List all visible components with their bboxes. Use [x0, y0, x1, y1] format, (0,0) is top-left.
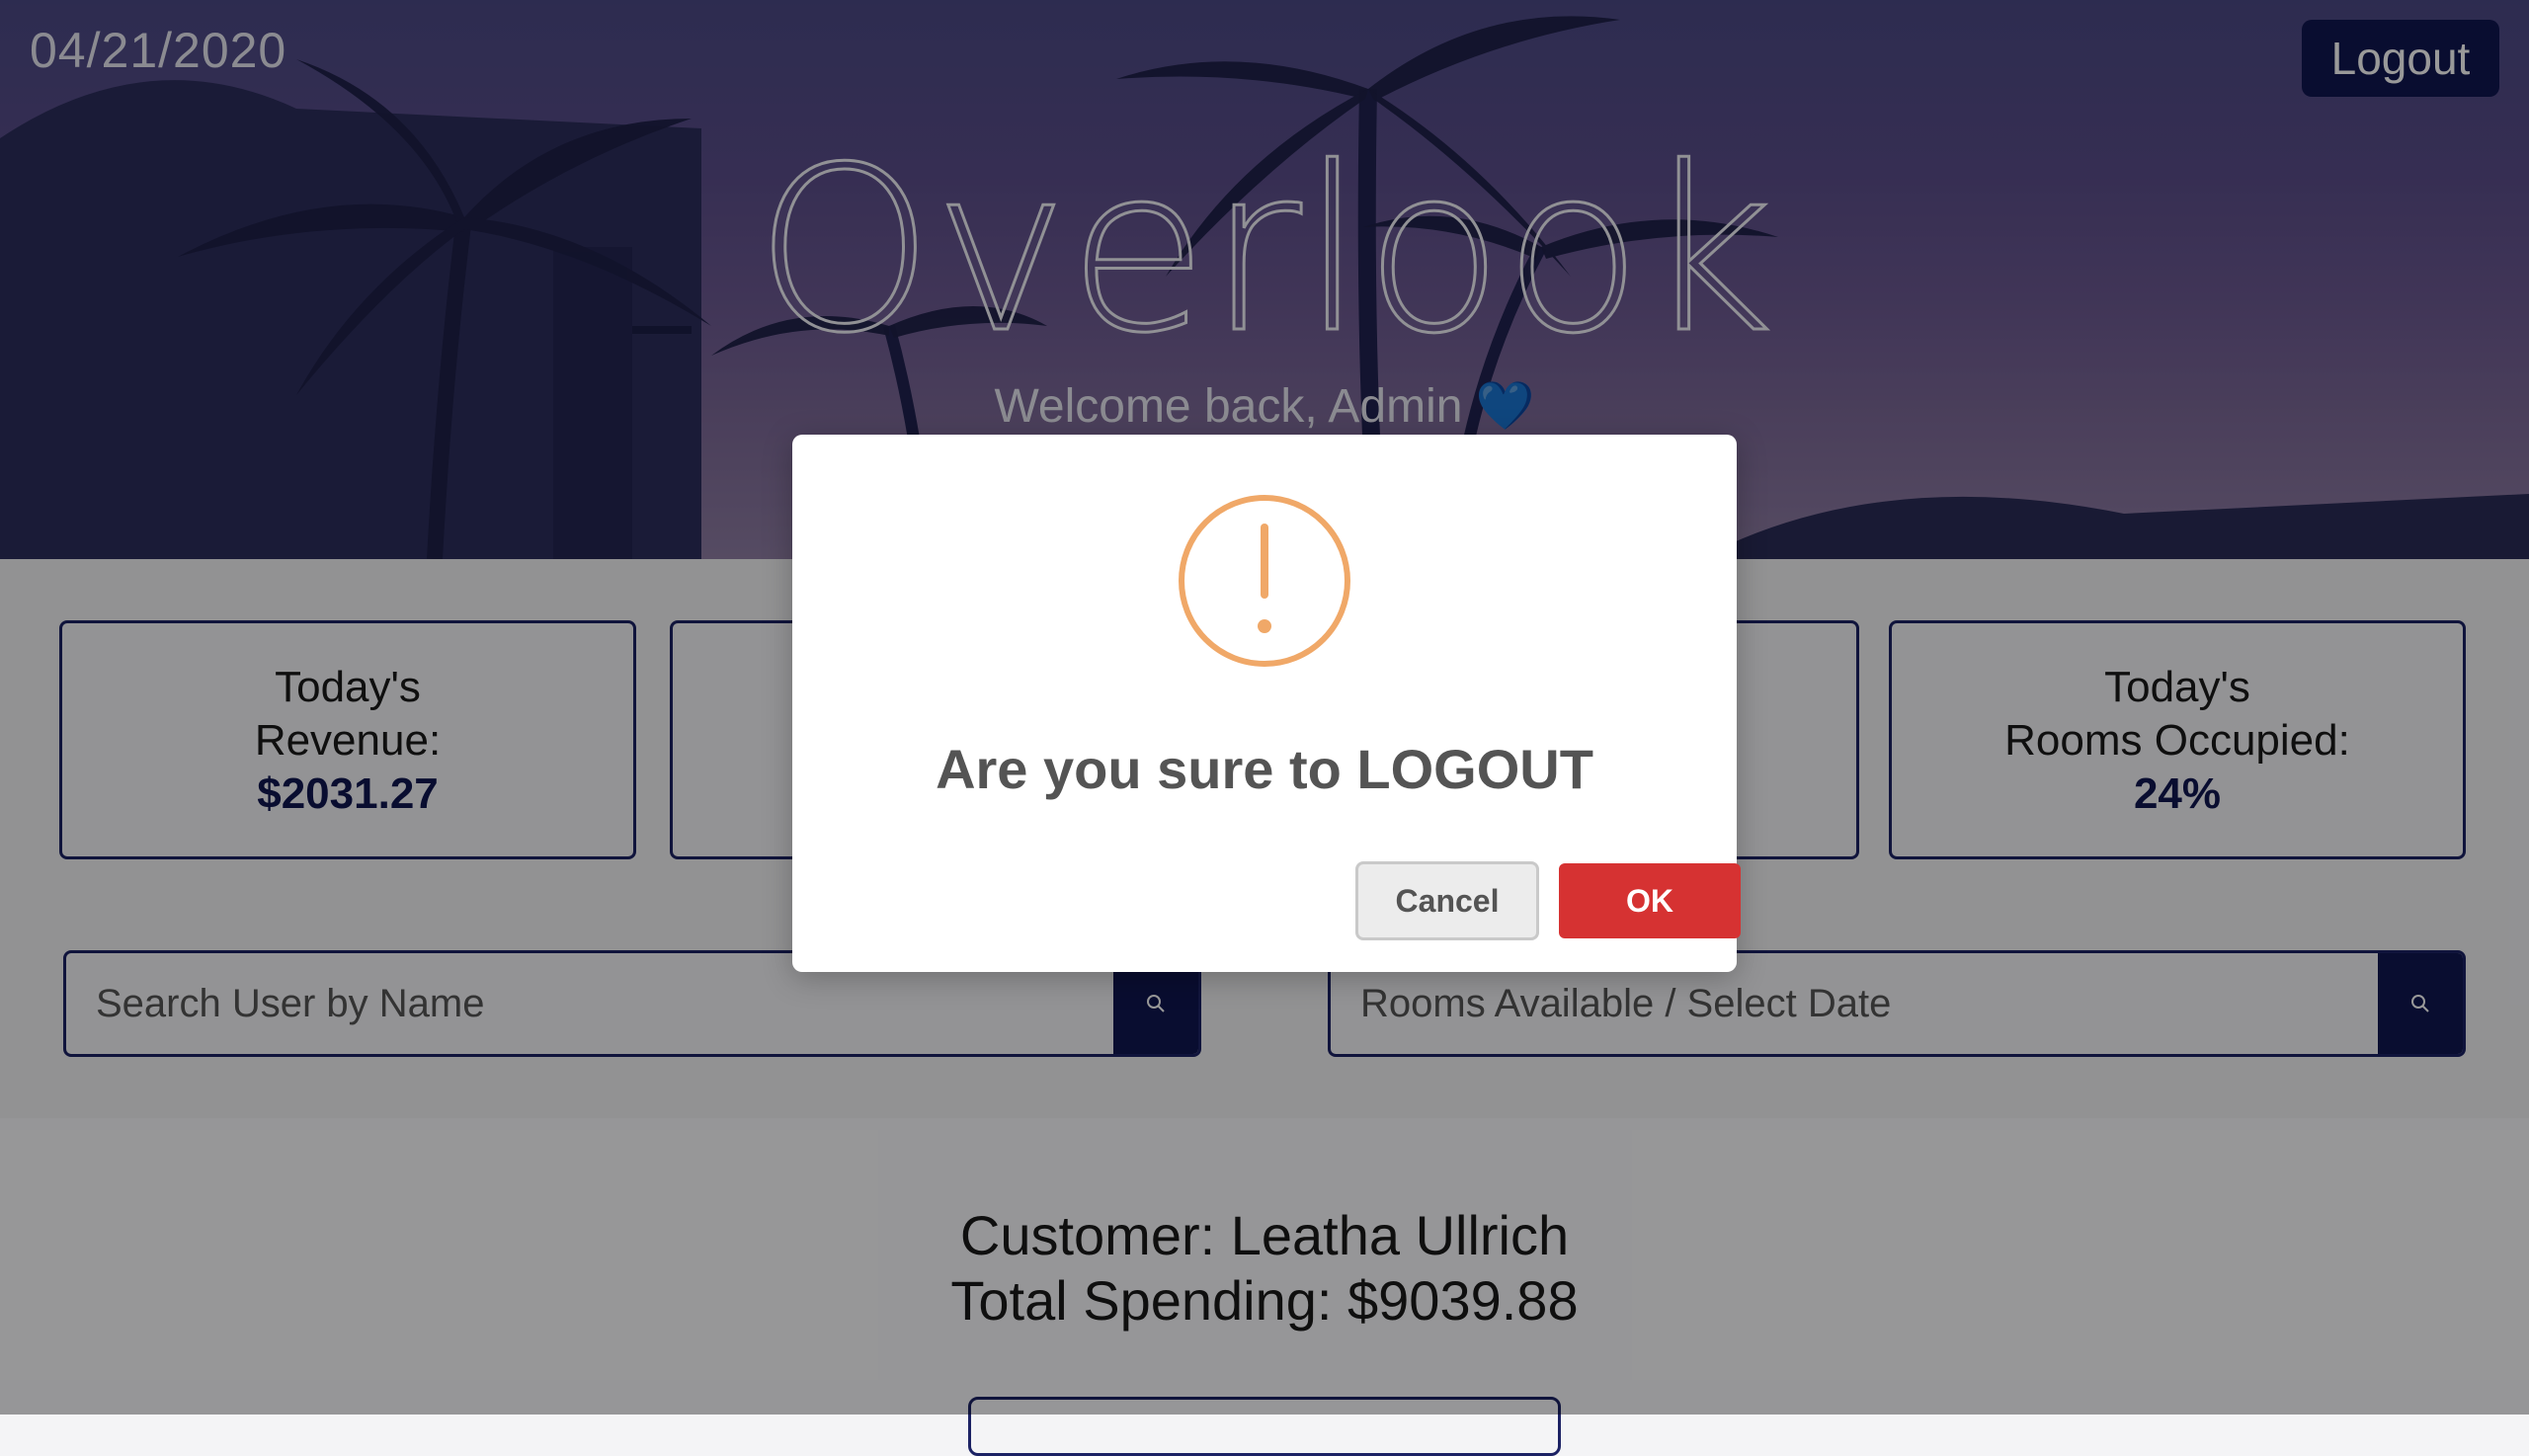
ok-button[interactable]: OK: [1559, 863, 1741, 938]
warning-icon: [1179, 495, 1350, 667]
cancel-button[interactable]: Cancel: [1355, 861, 1539, 940]
dialog-title: Are you sure to LOGOUT: [936, 738, 1593, 800]
logout-confirm-dialog: Are you sure to LOGOUT Cancel OK: [792, 435, 1741, 972]
